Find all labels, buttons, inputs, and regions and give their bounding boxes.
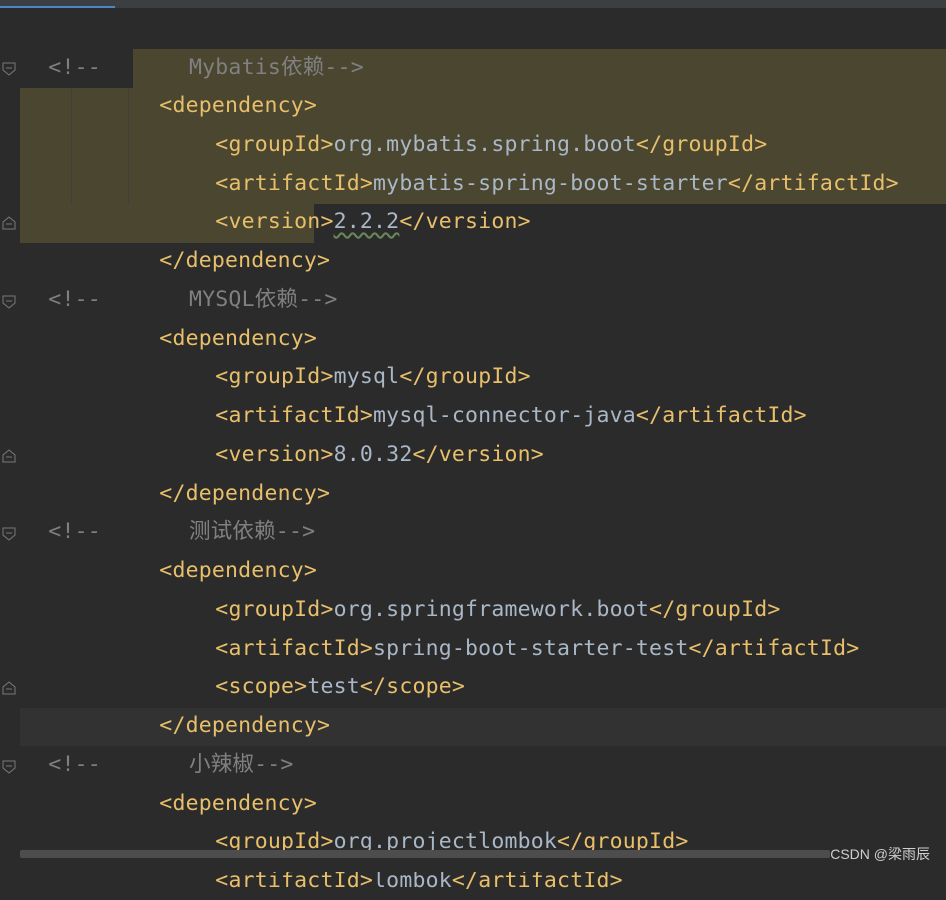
editor-bottom-strip — [0, 858, 946, 872]
code-line-dependency-open[interactable]: <dependency> — [133, 282, 317, 351]
code-line-dependency-close[interactable]: </dependency> — [133, 437, 330, 506]
fold-open-icon[interactable] — [2, 760, 16, 774]
code-line-groupid[interactable]: <groupId>org.springframework.boot</group… — [189, 553, 781, 622]
comment-open: <!-- — [48, 752, 101, 777]
code-line-groupid[interactable]: <groupId>org.projectlombok</groupId> — [189, 785, 689, 854]
fold-close-icon[interactable] — [2, 216, 16, 230]
tag-value: 8.0.32 — [333, 442, 413, 467]
tag-dependency-close: </dependency> — [159, 481, 331, 506]
code-line-artifactid[interactable]: <artifactId>spring-boot-starter-test</ar… — [189, 592, 859, 661]
code-line-comment[interactable]: <!-- MYSQL依赖--> — [22, 243, 337, 312]
fold-close-icon[interactable] — [2, 681, 16, 695]
comment-open: <!-- — [48, 55, 101, 80]
tag-close: </artifactId> — [727, 171, 899, 196]
code-line-dependency-close[interactable]: </dependency> — [133, 669, 330, 738]
tag-close: </artifactId> — [635, 403, 807, 428]
code-line-comment[interactable]: <!-- 小辣椒--> — [22, 708, 293, 777]
editor-tab-strip — [0, 0, 946, 8]
tag-close: </version> — [412, 442, 544, 467]
watermark: CSDN @梁雨辰 — [830, 846, 930, 862]
comment-open: <!-- — [48, 519, 101, 544]
fold-open-icon[interactable] — [2, 62, 16, 76]
code-line-version[interactable]: <version>2.2.2</version> — [189, 165, 531, 234]
code-line-groupid[interactable]: <groupId>org.mybatis.spring.boot</groupI… — [189, 88, 767, 157]
code-line-artifactid[interactable]: <artifactId>mysql-connector-java</artifa… — [189, 359, 807, 428]
code-line-dependency-open[interactable]: <dependency> — [133, 747, 317, 816]
tag-dependency-close: </dependency> — [159, 713, 331, 738]
code-line-dependency-close[interactable]: </dependency> — [133, 204, 330, 273]
tag-dependency-close: </dependency> — [159, 248, 331, 273]
indent-guide — [128, 88, 129, 204]
code-line-dependency-open[interactable]: <dependency> — [133, 514, 317, 583]
code-line-scope[interactable]: <scope>test</scope> — [189, 630, 465, 699]
fold-close-icon[interactable] — [2, 449, 16, 463]
fold-open-icon[interactable] — [2, 527, 16, 541]
editor-gutter — [0, 8, 20, 852]
horizontal-scrollbar-thumb[interactable] — [20, 850, 830, 858]
tag-close: </scope> — [359, 674, 466, 699]
code-line-version[interactable]: <version>8.0.32</version> — [189, 398, 544, 467]
tag-close: </version> — [399, 209, 531, 234]
tag-close: </artifactId> — [688, 636, 860, 661]
code-line-dependency-open[interactable]: <dependency> — [133, 49, 317, 118]
code-line-groupid[interactable]: <groupId>mysql</groupId> — [189, 320, 531, 389]
code-line-artifactid[interactable]: <artifactId>mybatis-spring-boot-starter<… — [189, 127, 899, 196]
code-line-comment[interactable]: <!-- Mybatis依赖--> — [22, 11, 363, 80]
tag-value-version-warning[interactable]: 2.2.2 — [334, 209, 400, 234]
fold-open-icon[interactable] — [2, 295, 16, 309]
indent-guide — [71, 88, 72, 204]
comment-open: <!-- — [48, 287, 101, 312]
code-line-comment[interactable]: <!-- 测试依赖--> — [22, 475, 315, 544]
